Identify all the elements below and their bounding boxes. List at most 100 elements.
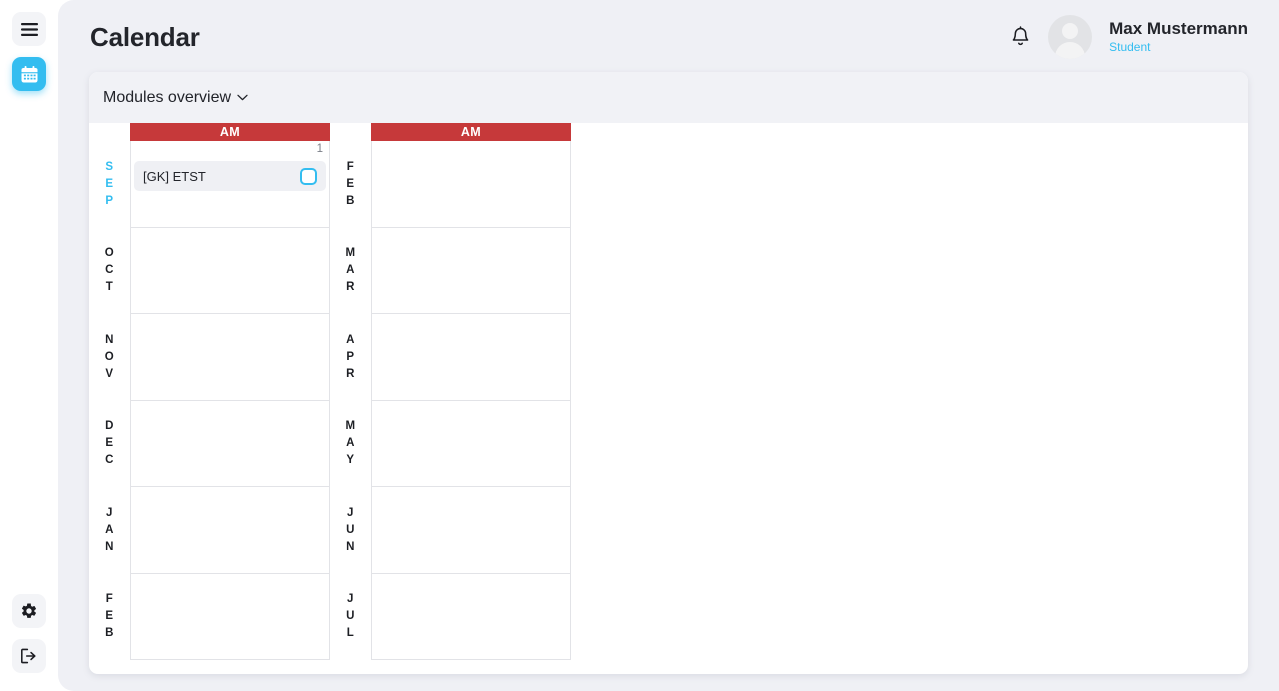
month-letter: J (347, 506, 354, 519)
month-letter: B (105, 627, 114, 640)
day-cell[interactable] (371, 487, 571, 574)
am-column-header: AM (371, 123, 571, 141)
avatar[interactable] (1048, 15, 1093, 59)
day-cell[interactable] (130, 314, 330, 401)
month-letter: N (105, 333, 114, 346)
month-label-jan: JAN (89, 487, 130, 574)
month-row: MAY (330, 400, 571, 487)
month-label-spacer (330, 123, 371, 141)
calendar-card: Modules overview AM S E P 1 [GK] ETST O C T N O V D E… (89, 72, 1248, 674)
month-letter: E (105, 437, 114, 450)
month-label-sep: SEP (89, 141, 130, 228)
day-cell[interactable] (130, 573, 330, 660)
month-letter: R (346, 281, 355, 294)
month-group: AM F E B M A R A P R M A Y J U N J U L (330, 123, 571, 660)
month-letter: A (105, 523, 114, 536)
sidebar-item-settings[interactable] (12, 594, 46, 628)
sidebar-item-calendar[interactable] (12, 57, 46, 91)
month-letter: U (346, 610, 355, 623)
month-letter: R (346, 367, 355, 380)
month-letter: S (105, 160, 114, 173)
month-letter: D (105, 420, 114, 433)
month-letter: E (346, 177, 355, 190)
gear-icon (20, 602, 38, 620)
month-letter: M (345, 247, 356, 260)
month-row: DEC (89, 400, 330, 487)
modules-overview-label: Modules overview (103, 88, 232, 106)
day-cell[interactable] (371, 400, 571, 487)
chevron-down-icon (237, 94, 248, 101)
month-row: MAR (330, 227, 571, 314)
sidebar-item-logout[interactable] (12, 639, 46, 673)
month-label-feb: FEB (330, 141, 371, 228)
month-letter: O (104, 247, 115, 260)
user-info[interactable]: Max Mustermann Student (1109, 19, 1248, 54)
month-label-jul: JUL (330, 573, 371, 660)
month-row: JUL (330, 573, 571, 660)
month-label-dec: DEC (89, 400, 130, 487)
avatar-body (1055, 42, 1086, 59)
day-cell[interactable] (371, 141, 571, 228)
month-letter: O (104, 350, 115, 363)
month-row: JUN (330, 487, 571, 574)
avatar-head (1062, 23, 1079, 39)
month-row: APR (330, 314, 571, 401)
month-letter: J (106, 506, 113, 519)
month-row: NOV (89, 314, 330, 401)
sidebar-item-menu-toggle[interactable] (12, 12, 46, 46)
month-letter: B (346, 194, 355, 207)
month-letter: F (346, 160, 355, 173)
month-row: JAN (89, 487, 330, 574)
calendar-grid: AM S E P 1 [GK] ETST O C T N O V D E C J A N F E B AM F E B M A R A P… (89, 123, 1248, 660)
month-row: OCT (89, 227, 330, 314)
event-label: [GK] ETST (143, 168, 206, 184)
bell-icon[interactable] (1010, 26, 1031, 48)
month-label-oct: OCT (89, 227, 130, 314)
month-letter: N (105, 540, 114, 553)
day-cell[interactable] (130, 227, 330, 314)
month-letter: E (105, 177, 114, 190)
month-letter: E (105, 610, 114, 623)
modules-overview-selector[interactable]: Modules overview (103, 89, 248, 107)
event-checkbox[interactable] (300, 167, 317, 185)
sidebar-bottom-group (12, 594, 46, 673)
month-letter: P (105, 194, 114, 207)
month-letter: P (346, 350, 355, 363)
hamburger-menu-icon (20, 22, 38, 36)
month-letter: N (346, 540, 355, 553)
calendar-app: Calendar Max Mustermann Student Modules … (0, 0, 1279, 691)
month-letter: T (105, 281, 114, 294)
day-cell[interactable] (371, 227, 571, 314)
am-column-header: AM (130, 123, 330, 141)
month-letter: J (347, 593, 354, 606)
day-cell[interactable] (371, 314, 571, 401)
month-row: S E P 1 [GK] ETST (89, 141, 330, 228)
month-label-jun: JUN (330, 487, 371, 574)
month-label-may: MAY (330, 400, 371, 487)
month-letter: A (346, 437, 355, 450)
sidebar (0, 0, 58, 691)
day-cell[interactable] (130, 400, 330, 487)
card-header: Modules overview (89, 72, 1248, 123)
month-row: FEB (89, 573, 330, 660)
month-row: FEB (330, 141, 571, 228)
day-cell[interactable]: 1 [GK] ETST (130, 141, 330, 228)
month-label-feb: FEB (89, 573, 130, 660)
calendar-icon (20, 65, 39, 84)
column-header-row: AM (330, 123, 571, 141)
month-group: AM S E P 1 [GK] ETST O C T N O V D E C J A N F E B (89, 123, 330, 660)
day-number: 1 (316, 143, 323, 155)
month-label-mar: MAR (330, 227, 371, 314)
month-label-spacer (89, 123, 130, 141)
month-letter: C (105, 454, 114, 467)
day-cell[interactable] (130, 487, 330, 574)
month-label-nov: NOV (89, 314, 130, 401)
month-letter: Y (346, 454, 355, 467)
event-chip[interactable]: [GK] ETST (134, 161, 326, 191)
month-label-apr: APR (330, 314, 371, 401)
sidebar-top-group (12, 12, 46, 91)
logout-icon (20, 647, 38, 665)
month-letter: V (105, 367, 114, 380)
day-cell[interactable] (371, 573, 571, 660)
page-title: Calendar (90, 21, 200, 52)
